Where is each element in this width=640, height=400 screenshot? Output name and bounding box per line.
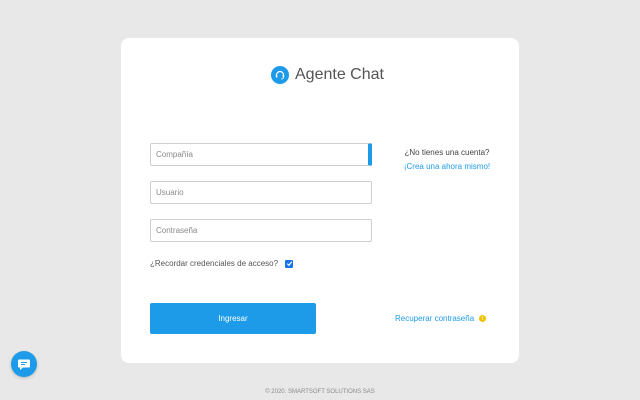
check-icon (286, 261, 292, 267)
signup-link[interactable]: ¡Crea una ahora mismo! (397, 160, 497, 174)
info-icon[interactable]: ! (479, 315, 487, 322)
footer-copyright: © 2020. SMARTSOFT SOLUTIONS SAS (265, 389, 375, 395)
chat-bubble-icon (18, 359, 30, 370)
headset-icon (271, 66, 289, 84)
signup-block: ¿No tienes una cuenta? ¡Crea una ahora m… (397, 146, 497, 174)
password-input[interactable] (150, 219, 372, 242)
company-input[interactable] (150, 143, 372, 166)
login-card: Agente Chat ¿Recordar credenciales de ac… (121, 38, 519, 363)
login-button[interactable]: Ingresar (150, 303, 316, 334)
brand-header: Agente Chat (271, 66, 384, 84)
recover-block: Recuperar contraseña ! (395, 314, 487, 323)
signup-question: ¿No tienes una cuenta? (404, 148, 490, 157)
recover-password-link[interactable]: Recuperar contraseña (395, 314, 474, 323)
brand-title: Agente Chat (295, 66, 384, 83)
remember-checkbox[interactable] (285, 259, 294, 268)
chat-widget-button[interactable] (11, 351, 37, 377)
remember-label: ¿Recordar credenciales de acceso? (150, 259, 279, 268)
remember-row: ¿Recordar credenciales de acceso? (150, 259, 294, 268)
user-input[interactable] (150, 181, 372, 204)
